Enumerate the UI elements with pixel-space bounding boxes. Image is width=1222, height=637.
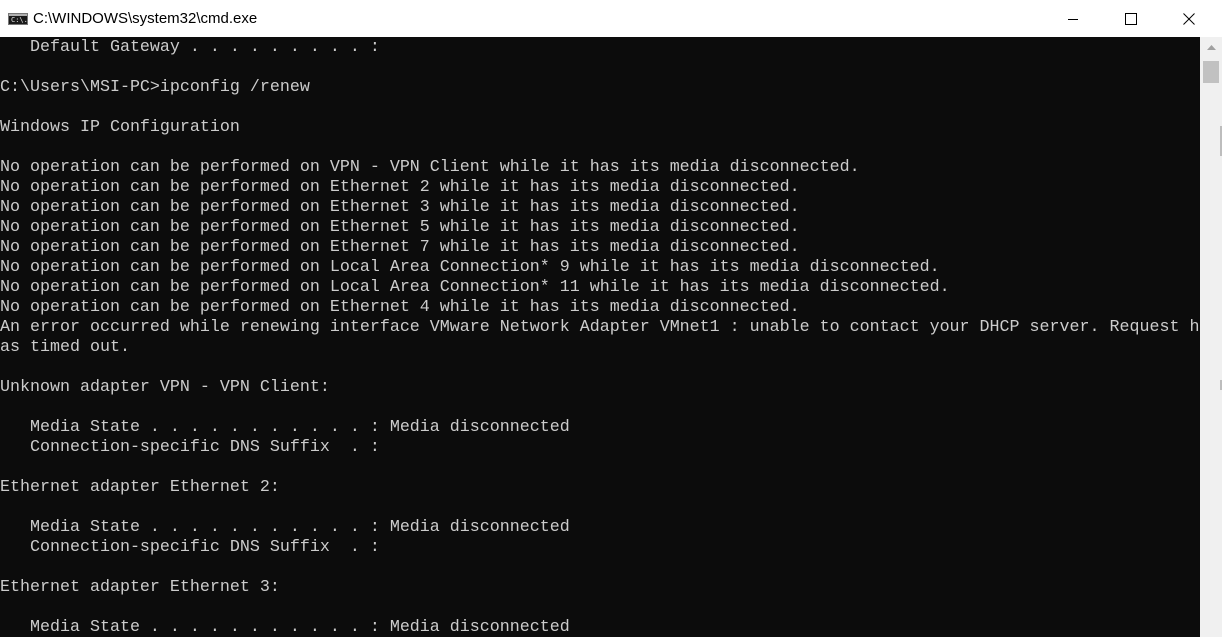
console-line: as timed out.	[0, 338, 130, 357]
console-line: Ethernet adapter Ethernet 2:	[0, 478, 280, 497]
console-line: Media State . . . . . . . . . . . : Medi…	[0, 418, 570, 437]
close-button[interactable]	[1160, 0, 1218, 37]
window-title: C:\WINDOWS\system32\cmd.exe	[33, 10, 258, 27]
console-line: No operation can be performed on Etherne…	[0, 198, 800, 217]
title-bar[interactable]: C:\. C:\WINDOWS\system32\cmd.exe	[0, 0, 1222, 37]
console-line: No operation can be performed on Etherne…	[0, 238, 800, 257]
scrollbar-thumb[interactable]	[1203, 61, 1219, 83]
console-line: No operation can be performed on Local A…	[0, 258, 940, 277]
minimize-button[interactable]	[1044, 0, 1102, 37]
cmd-console-icon[interactable]: C:\.	[8, 12, 28, 25]
console-line: C:\Users\MSI-PC>ipconfig /renew	[0, 78, 310, 97]
scroll-up-arrow-icon	[1206, 45, 1216, 50]
vertical-scrollbar[interactable]	[1200, 37, 1222, 637]
console-line: Windows IP Configuration	[0, 118, 240, 137]
console-line: No operation can be performed on Etherne…	[0, 178, 800, 197]
console-line: Unknown adapter VPN - VPN Client:	[0, 378, 330, 397]
console-output[interactable]: Default Gateway . . . . . . . . . : C:\Us…	[0, 37, 1200, 637]
scroll-up-button[interactable]	[1200, 37, 1222, 59]
console-line: No operation can be performed on Local A…	[0, 278, 950, 297]
console-line: Default Gateway . . . . . . . . . :	[0, 38, 380, 57]
cmd-window: C:\. C:\WINDOWS\system32\cmd.exe Default…	[0, 0, 1222, 637]
console-line: Connection-specific DNS Suffix . :	[0, 438, 380, 457]
console-line: No operation can be performed on Etherne…	[0, 298, 800, 317]
maximize-button[interactable]	[1102, 0, 1160, 37]
console-line: Media State . . . . . . . . . . . : Medi…	[0, 618, 570, 637]
close-icon	[1183, 12, 1195, 25]
console-line: Ethernet adapter Ethernet 3:	[0, 578, 280, 597]
minimize-icon	[1068, 18, 1078, 20]
console-line: No operation can be performed on VPN - V…	[0, 158, 860, 177]
maximize-icon	[1125, 12, 1137, 25]
app-icon-glyph: C:\.	[11, 15, 28, 24]
console-line: An error occurred while renewing interfa…	[0, 318, 1200, 337]
console-line: No operation can be performed on Etherne…	[0, 218, 800, 237]
console-line: Media State . . . . . . . . . . . : Medi…	[0, 518, 570, 537]
console-line: Connection-specific DNS Suffix . :	[0, 538, 380, 557]
